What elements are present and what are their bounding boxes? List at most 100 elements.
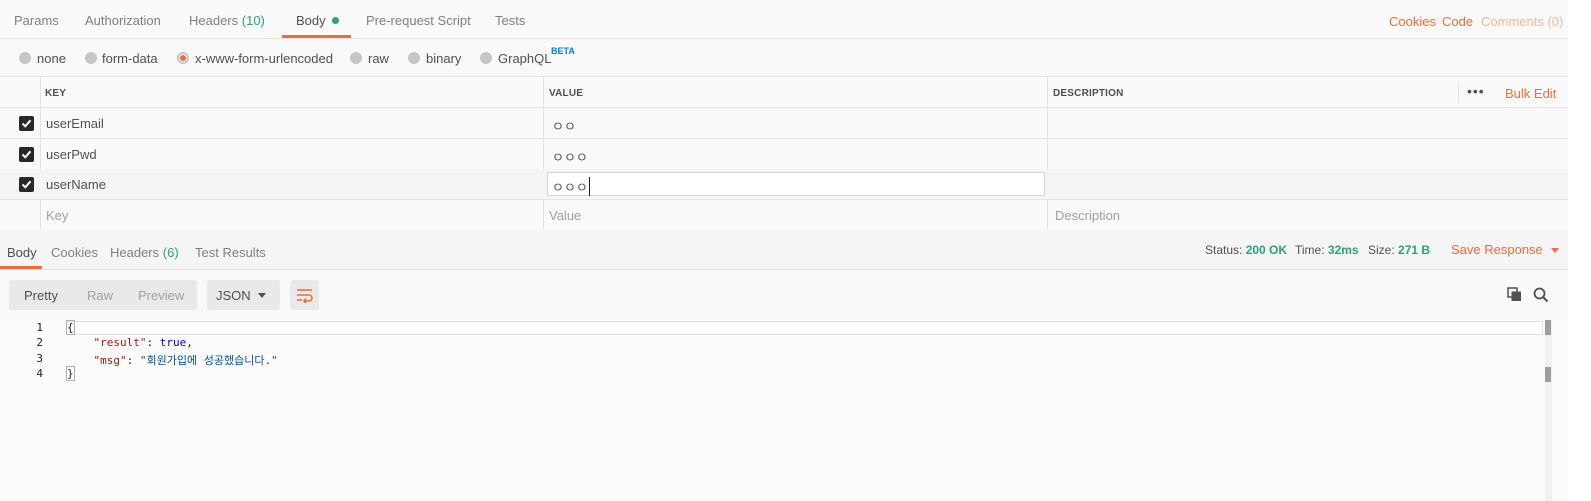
tab-authorization[interactable]: Authorization (85, 13, 161, 28)
size-label: Size: (1368, 243, 1395, 257)
active-tab-indicator (0, 266, 42, 269)
tab-params[interactable]: Params (14, 13, 59, 28)
response-tab-test-results[interactable]: Test Results (195, 245, 266, 260)
tab-body-label: Body (296, 13, 326, 28)
active-tab-indicator (282, 35, 351, 38)
radio-none-label: none (37, 51, 66, 66)
bulk-edit-button[interactable]: Bulk Edit (1505, 86, 1556, 101)
tab-headers-label: Headers (189, 13, 239, 28)
wrap-lines-button[interactable] (290, 280, 319, 310)
json-value: true (159, 336, 187, 349)
radio-binary-label: binary (426, 51, 462, 66)
status-value: 200 OK (1245, 243, 1288, 257)
response-tab-cookies[interactable]: Cookies (51, 245, 98, 260)
response-body-editor[interactable]: 1 2 3 4 { "result": true, "msg": "회원가입에 … (0, 318, 1591, 501)
radio-raw-label: raw (368, 51, 389, 66)
code-line: } (66, 366, 75, 381)
comments-link[interactable]: Comments (0) (1481, 14, 1563, 29)
cookies-link[interactable]: Cookies (1389, 14, 1436, 29)
table-row: userPwd ㅇㅇㅇ (0, 139, 1568, 170)
radio-form-data-label: form-data (102, 51, 158, 66)
status-label: Status: (1205, 243, 1243, 257)
save-response-label: Save Response (1451, 242, 1543, 257)
code-line: "result": true, (93, 336, 193, 349)
column-header-description: DESCRIPTION (1053, 88, 1124, 99)
line-number: 4 (36, 367, 43, 380)
beta-badge: BETA (551, 46, 575, 56)
key-cell[interactable]: userPwd (46, 147, 97, 162)
more-options-icon[interactable]: ••• (1467, 83, 1485, 99)
checkmark-icon (21, 119, 32, 128)
response-tab-headers-label: Headers (110, 245, 160, 260)
tab-pre-request-script[interactable]: Pre-request Script (366, 13, 471, 28)
preview-button[interactable]: Preview (138, 288, 184, 303)
description-placeholder[interactable]: Description (1055, 208, 1120, 223)
column-header-value: VALUE (549, 88, 584, 99)
radio-urlencoded-label: x-www-form-urlencoded (195, 51, 333, 66)
key-placeholder[interactable]: Key (46, 208, 68, 223)
row-checkbox[interactable] (19, 147, 34, 162)
value-input-text: ㅇㅇㅇ (552, 177, 590, 196)
page-edge (1568, 0, 1591, 501)
radio-button[interactable] (19, 52, 31, 64)
tab-headers[interactable]: Headers (10) (189, 13, 265, 28)
tab-body[interactable]: Body (296, 13, 339, 28)
table-header-row: KEY VALUE DESCRIPTION ••• Bulk Edit (0, 77, 1568, 108)
response-headers-count: (6) (162, 245, 179, 260)
row-checkbox[interactable] (19, 116, 34, 131)
raw-button[interactable]: Raw (87, 288, 113, 303)
json-value: "회원가입에 성공했습니다." (139, 354, 278, 367)
time-readout: Time: 32ms (1295, 243, 1359, 257)
chevron-down-icon (258, 293, 266, 298)
table-row: userName ㅇㅇㅇ (0, 169, 1568, 200)
row-checkbox[interactable] (19, 177, 34, 192)
key-cell[interactable]: userName (46, 177, 106, 192)
format-select[interactable]: JSON (207, 280, 280, 310)
tab-tests[interactable]: Tests (495, 13, 525, 28)
value-cell[interactable]: ㅇㅇㅇ (552, 147, 588, 166)
radio-button[interactable] (85, 52, 97, 64)
radio-button-selected[interactable] (177, 52, 189, 64)
size-readout: Size: 271 B (1368, 243, 1430, 257)
scrollbar-thumb[interactable] (1545, 320, 1551, 335)
chevron-down-icon (1550, 248, 1559, 253)
line-number: 3 (36, 352, 43, 365)
response-tab-headers[interactable]: Headers (6) (110, 245, 179, 260)
current-line-highlight (66, 321, 1543, 335)
radio-graphql-label: GraphQL (498, 51, 552, 66)
view-mode-group: Pretty Raw Preview (9, 280, 197, 310)
params-table: KEY VALUE DESCRIPTION ••• Bulk Edit user… (0, 77, 1568, 230)
save-response-button[interactable]: Save Response (1451, 242, 1559, 257)
response-tab-body[interactable]: Body (7, 245, 37, 260)
copy-icon[interactable] (1507, 287, 1522, 302)
radio-button[interactable] (480, 52, 492, 64)
line-number: 2 (36, 336, 43, 349)
json-key: "msg" (93, 354, 127, 367)
close-brace: } (66, 366, 75, 381)
size-value: 271 B (1398, 243, 1431, 257)
radio-button[interactable] (350, 52, 362, 64)
code-line: "msg": "회원가입에 성공했습니다." (93, 354, 278, 367)
tab-headers-count: (10) (241, 13, 265, 28)
request-tabs-bar: Params Authorization Headers (10) Body P… (0, 0, 1591, 39)
key-cell[interactable]: userEmail (46, 116, 104, 131)
value-cell[interactable]: ㅇㅇ (552, 116, 576, 135)
json-key: "result" (93, 336, 147, 349)
pretty-button[interactable]: Pretty (24, 288, 58, 303)
code-line: { (66, 320, 75, 335)
response-toolbar: Pretty Raw Preview JSON (0, 270, 1591, 318)
column-header-key: KEY (45, 88, 67, 99)
radio-button[interactable] (408, 52, 420, 64)
time-label: Time: (1295, 243, 1325, 257)
divider (1458, 83, 1459, 103)
open-brace: { (66, 320, 75, 335)
value-placeholder[interactable]: Value (549, 208, 581, 223)
checkmark-icon (21, 180, 32, 189)
time-value: 32ms (1327, 243, 1359, 257)
code-link[interactable]: Code (1442, 14, 1473, 29)
table-row: userEmail ㅇㅇ (0, 108, 1568, 139)
scrollbar-track[interactable] (1545, 320, 1552, 501)
search-icon[interactable] (1533, 287, 1549, 303)
value-input[interactable]: ㅇㅇㅇ (547, 172, 1045, 196)
line-number: 1 (36, 321, 43, 334)
